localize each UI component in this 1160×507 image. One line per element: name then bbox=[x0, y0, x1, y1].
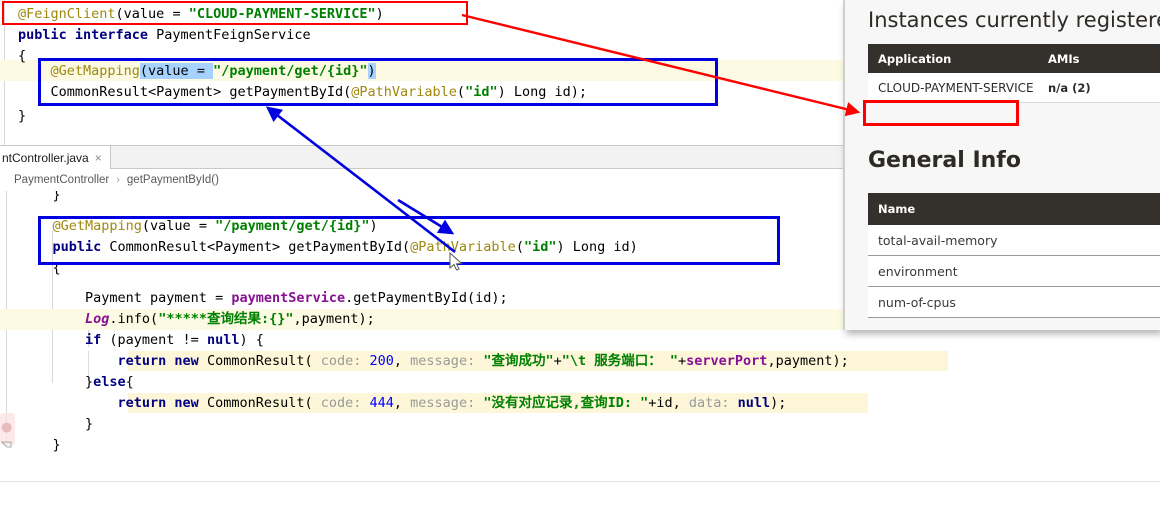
code-token: null bbox=[206, 332, 240, 348]
code-line: if (payment != null) { bbox=[20, 330, 264, 351]
code-line: Payment payment = paymentService.getPaym… bbox=[20, 288, 508, 309]
annotation-red-box-feign-client bbox=[2, 1, 468, 25]
code-token: } bbox=[20, 374, 94, 390]
code-token: "查询成功" bbox=[483, 353, 554, 369]
code-token: serverPort bbox=[686, 353, 768, 369]
column-header-amis: AMIs bbox=[1048, 51, 1080, 66]
eureka-instances-heading: Instances currently registered with Eure… bbox=[868, 8, 1160, 32]
breadcrumb: PaymentController › getPaymentById() bbox=[0, 169, 843, 191]
tab-payment-controller-java[interactable]: ntController.java × bbox=[0, 146, 111, 169]
code-token: "没有对应记录,查询ID: " bbox=[483, 395, 649, 411]
table-row: total-avail-memory bbox=[868, 225, 1160, 256]
code-token: data: bbox=[688, 395, 738, 411]
instances-table: Application AMIs CLOUD-PAYMENT-SERVICE n… bbox=[868, 44, 1160, 103]
column-header-name: Name bbox=[878, 202, 916, 216]
code-token: } bbox=[20, 416, 94, 432]
close-icon[interactable]: × bbox=[95, 151, 102, 165]
table-row: num-of-cpus bbox=[868, 287, 1160, 318]
general-info-table: Name total-avail-memory environment num-… bbox=[868, 193, 1160, 318]
code-token: code: bbox=[320, 395, 370, 411]
code-token: } bbox=[18, 108, 27, 124]
code-token: else bbox=[93, 374, 126, 390]
table-row: environment bbox=[868, 256, 1160, 287]
cell-name: num-of-cpus bbox=[878, 294, 956, 310]
code-token: + bbox=[678, 353, 687, 369]
breadcrumb-item-class[interactable]: PaymentController bbox=[14, 174, 109, 186]
table-header-row: Application AMIs bbox=[868, 44, 1160, 73]
code-line: } bbox=[20, 414, 93, 435]
code-token: CommonResult( bbox=[206, 353, 321, 369]
code-token: , bbox=[393, 395, 411, 411]
code-token: 200 bbox=[369, 353, 394, 369]
code-line: } bbox=[18, 106, 26, 127]
code-token: ) { bbox=[239, 332, 264, 348]
code-token: paymentService bbox=[231, 290, 346, 306]
code-token: } bbox=[20, 191, 61, 203]
code-token: "\t 服务端口： " bbox=[561, 353, 679, 369]
eureka-dashboard-panel[interactable]: Instances currently registered with Eure… bbox=[843, 0, 1160, 330]
code-token: public interface bbox=[18, 27, 157, 43]
column-header-application: Application bbox=[878, 51, 952, 66]
tab-label: ntController.java bbox=[2, 150, 89, 165]
code-token: ,payment); bbox=[767, 353, 849, 369]
code-token: Payment payment = bbox=[20, 290, 232, 306]
table-header-row: Name bbox=[868, 193, 1160, 225]
chevron-right-icon: › bbox=[116, 174, 120, 186]
bottom-divider bbox=[0, 481, 1160, 482]
code-token: .info( bbox=[109, 311, 159, 327]
cell-amis: n/a (2) bbox=[1048, 80, 1091, 95]
code-line: public interface PaymentFeignService bbox=[18, 25, 311, 46]
code-token: } bbox=[20, 437, 61, 453]
code-token: return new bbox=[20, 353, 207, 369]
code-token: .getPaymentById(id); bbox=[345, 290, 508, 306]
cell-name: total-avail-memory bbox=[878, 232, 998, 248]
eureka-general-info-heading: General Info bbox=[868, 148, 1021, 173]
code-line: } bbox=[20, 191, 61, 206]
code-line: } bbox=[20, 435, 61, 456]
code-token: +id, bbox=[648, 395, 689, 411]
code-token: message: bbox=[410, 353, 484, 369]
code-token: , bbox=[393, 353, 411, 369]
code-token: + bbox=[553, 353, 562, 369]
editor-tab-strip: ntController.java × bbox=[0, 145, 843, 169]
code-token: 444 bbox=[369, 395, 394, 411]
code-token: return new bbox=[20, 395, 207, 411]
code-line: return new CommonResult( code: 200, mess… bbox=[20, 351, 849, 372]
code-token: ); bbox=[770, 395, 787, 411]
code-token: message: bbox=[410, 395, 484, 411]
annotation-blue-box-controller-method bbox=[38, 216, 780, 265]
table-row[interactable]: CLOUD-PAYMENT-SERVICE n/a (2) bbox=[868, 73, 1160, 103]
code-token: (payment != bbox=[109, 332, 207, 348]
annotation-blue-box-feign-method bbox=[38, 58, 718, 106]
code-token: code: bbox=[320, 353, 370, 369]
code-token: "*****查询结果:{}" bbox=[158, 311, 294, 327]
code-fold-icon[interactable] bbox=[1, 439, 12, 450]
cell-application[interactable]: CLOUD-PAYMENT-SERVICE bbox=[868, 81, 1048, 95]
code-token: Log bbox=[20, 311, 110, 327]
cell-name: environment bbox=[878, 263, 958, 279]
code-line: return new CommonResult( code: 444, mess… bbox=[20, 393, 787, 414]
code-token: { bbox=[125, 374, 134, 390]
code-line: Log.info("*****查询结果:{}",payment); bbox=[20, 309, 375, 330]
gutter-marker-glyph-icon: ● bbox=[1, 420, 13, 435]
code-token: CommonResult( bbox=[206, 395, 321, 411]
screenshot-root: @FeignClient(value = "CLOUD-PAYMENT-SERV… bbox=[0, 0, 1160, 507]
code-line: }else{ bbox=[20, 372, 134, 393]
code-token: if bbox=[20, 332, 110, 348]
breadcrumb-item-method[interactable]: getPaymentById() bbox=[127, 174, 219, 186]
code-token: ,payment); bbox=[293, 311, 375, 327]
code-token: null bbox=[737, 395, 771, 411]
annotation-red-box-eureka-application bbox=[863, 100, 1019, 126]
code-token: PaymentFeignService bbox=[156, 27, 311, 43]
